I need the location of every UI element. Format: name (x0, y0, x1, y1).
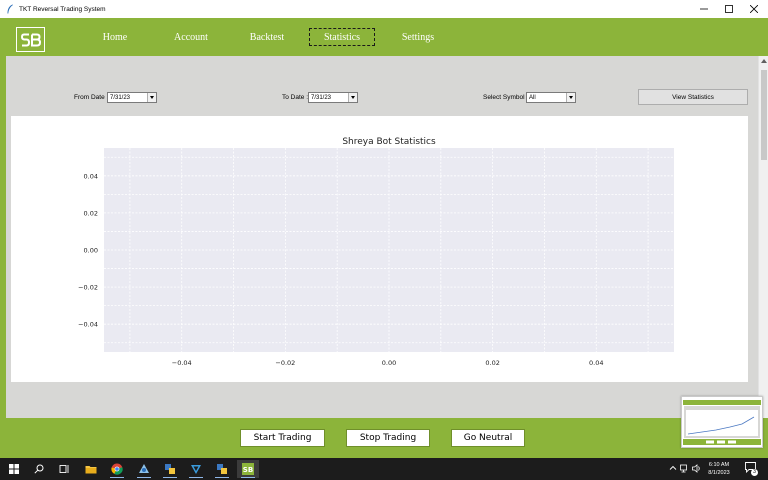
file-explorer-button[interactable] (80, 460, 102, 478)
nav-statistics[interactable]: Statistics (309, 28, 375, 46)
chrome-button[interactable] (106, 460, 128, 478)
network-icon[interactable] (680, 464, 689, 473)
maximize-icon (725, 5, 733, 13)
minimize-icon (700, 8, 708, 10)
close-icon (750, 5, 758, 13)
stop-trading-button[interactable]: Stop Trading (346, 429, 430, 447)
window-title: TKT Reversal Trading System (19, 5, 106, 13)
chevron-up-icon[interactable] (669, 464, 677, 472)
view-statistics-button[interactable]: View Statistics (638, 89, 748, 105)
nav-bar: Home Account Backtest Statistics Setting… (0, 18, 768, 56)
y-tick-label: 0.04 (84, 172, 98, 180)
triangle-app-icon (191, 465, 201, 474)
chrome-icon (111, 463, 123, 475)
scroll-thumb[interactable] (761, 70, 767, 160)
search-icon (34, 464, 44, 474)
y-tick-label: −0.02 (78, 284, 98, 292)
chart-panel: Shreya Bot Statistics −0.04 −0.02 0.00 0.02… (11, 116, 748, 382)
windows-logo-icon (9, 464, 19, 474)
nav-account[interactable]: Account (166, 28, 216, 46)
start-trading-button[interactable]: Start Trading (240, 429, 325, 447)
x-tick-label: −0.02 (275, 359, 295, 367)
from-date-picker[interactable]: 7/31/23 (107, 92, 157, 103)
nav-settings[interactable]: Settings (393, 28, 443, 46)
sb-app-icon: SB (242, 463, 254, 475)
clock-time: 6:10 AM (708, 462, 730, 468)
to-date-label: To Date : (282, 94, 309, 101)
windows-taskbar: SB 6:10 AM 8/1/2023 3 (0, 458, 768, 480)
preview-image (682, 397, 762, 447)
minimize-button[interactable] (692, 0, 716, 18)
maximize-button[interactable] (717, 0, 741, 18)
x-tick-label: 0.04 (589, 359, 603, 367)
tkt-trading-app-button[interactable]: SB (237, 460, 259, 478)
python-app-button[interactable] (159, 460, 181, 478)
y-axis-ticks: 0.04 0.02 0.00 −0.02 −0.04 (78, 172, 98, 328)
chevron-down-icon[interactable] (348, 93, 357, 102)
nav-home[interactable]: Home (95, 28, 135, 46)
y-tick-label: 0.02 (84, 209, 98, 217)
close-button[interactable] (742, 0, 766, 18)
chevron-down-icon[interactable] (147, 93, 156, 102)
app-logo (16, 27, 45, 52)
python-app-2-icon (217, 464, 227, 474)
to-date-value: 7/31/23 (311, 94, 332, 101)
vertical-scrollbar[interactable] (758, 56, 768, 418)
task-view-button[interactable] (53, 460, 75, 478)
start-button[interactable] (3, 460, 25, 478)
search-button[interactable] (28, 460, 50, 478)
notification-button[interactable]: 3 (745, 462, 759, 476)
go-neutral-button[interactable]: Go Neutral (451, 429, 525, 447)
y-tick-label: 0.00 (84, 247, 98, 255)
vpn-app-button[interactable] (185, 460, 207, 478)
network-app-icon (139, 464, 149, 473)
chevron-down-icon[interactable] (566, 93, 575, 102)
x-axis-ticks: −0.04 −0.02 0.00 0.02 0.04 (172, 359, 604, 367)
x-tick-label: −0.04 (172, 359, 192, 367)
task-view-icon (59, 465, 68, 473)
notification-count: 3 (751, 469, 758, 476)
svg-text:SB: SB (243, 466, 253, 474)
y-tick-label: −0.04 (78, 321, 98, 329)
folder-icon (85, 466, 97, 474)
symbol-value: All (529, 94, 536, 101)
symbol-label: Select Symbol : (483, 94, 529, 101)
action-bar: Start Trading Stop Trading Go Neutral (0, 418, 768, 458)
window-preview-thumbnail[interactable] (681, 396, 763, 448)
to-date-picker[interactable]: 7/31/23 (308, 92, 358, 103)
statistics-chart: Shreya Bot Statistics −0.04 −0.02 0.00 0.02… (78, 137, 674, 367)
feather-icon (7, 4, 13, 14)
from-date-label: From Date : (74, 94, 109, 101)
network-app-button[interactable] (133, 460, 155, 478)
sb-logo-icon (20, 33, 41, 46)
chart-title: Shreya Bot Statistics (342, 137, 436, 147)
python-app-icon (165, 464, 175, 474)
symbol-select[interactable]: All (526, 92, 576, 103)
nav-backtest[interactable]: Backtest (242, 28, 292, 46)
system-clock[interactable]: 6:10 AM 8/1/2023 (700, 461, 738, 477)
scroll-up-icon[interactable] (761, 59, 767, 63)
from-date-value: 7/31/23 (110, 94, 131, 101)
python-app-2-button[interactable] (211, 460, 233, 478)
x-tick-label: 0.00 (382, 359, 396, 367)
clock-date: 8/1/2023 (708, 470, 730, 476)
window-titlebar: TKT Reversal Trading System (0, 0, 768, 18)
x-tick-label: 0.02 (485, 359, 499, 367)
